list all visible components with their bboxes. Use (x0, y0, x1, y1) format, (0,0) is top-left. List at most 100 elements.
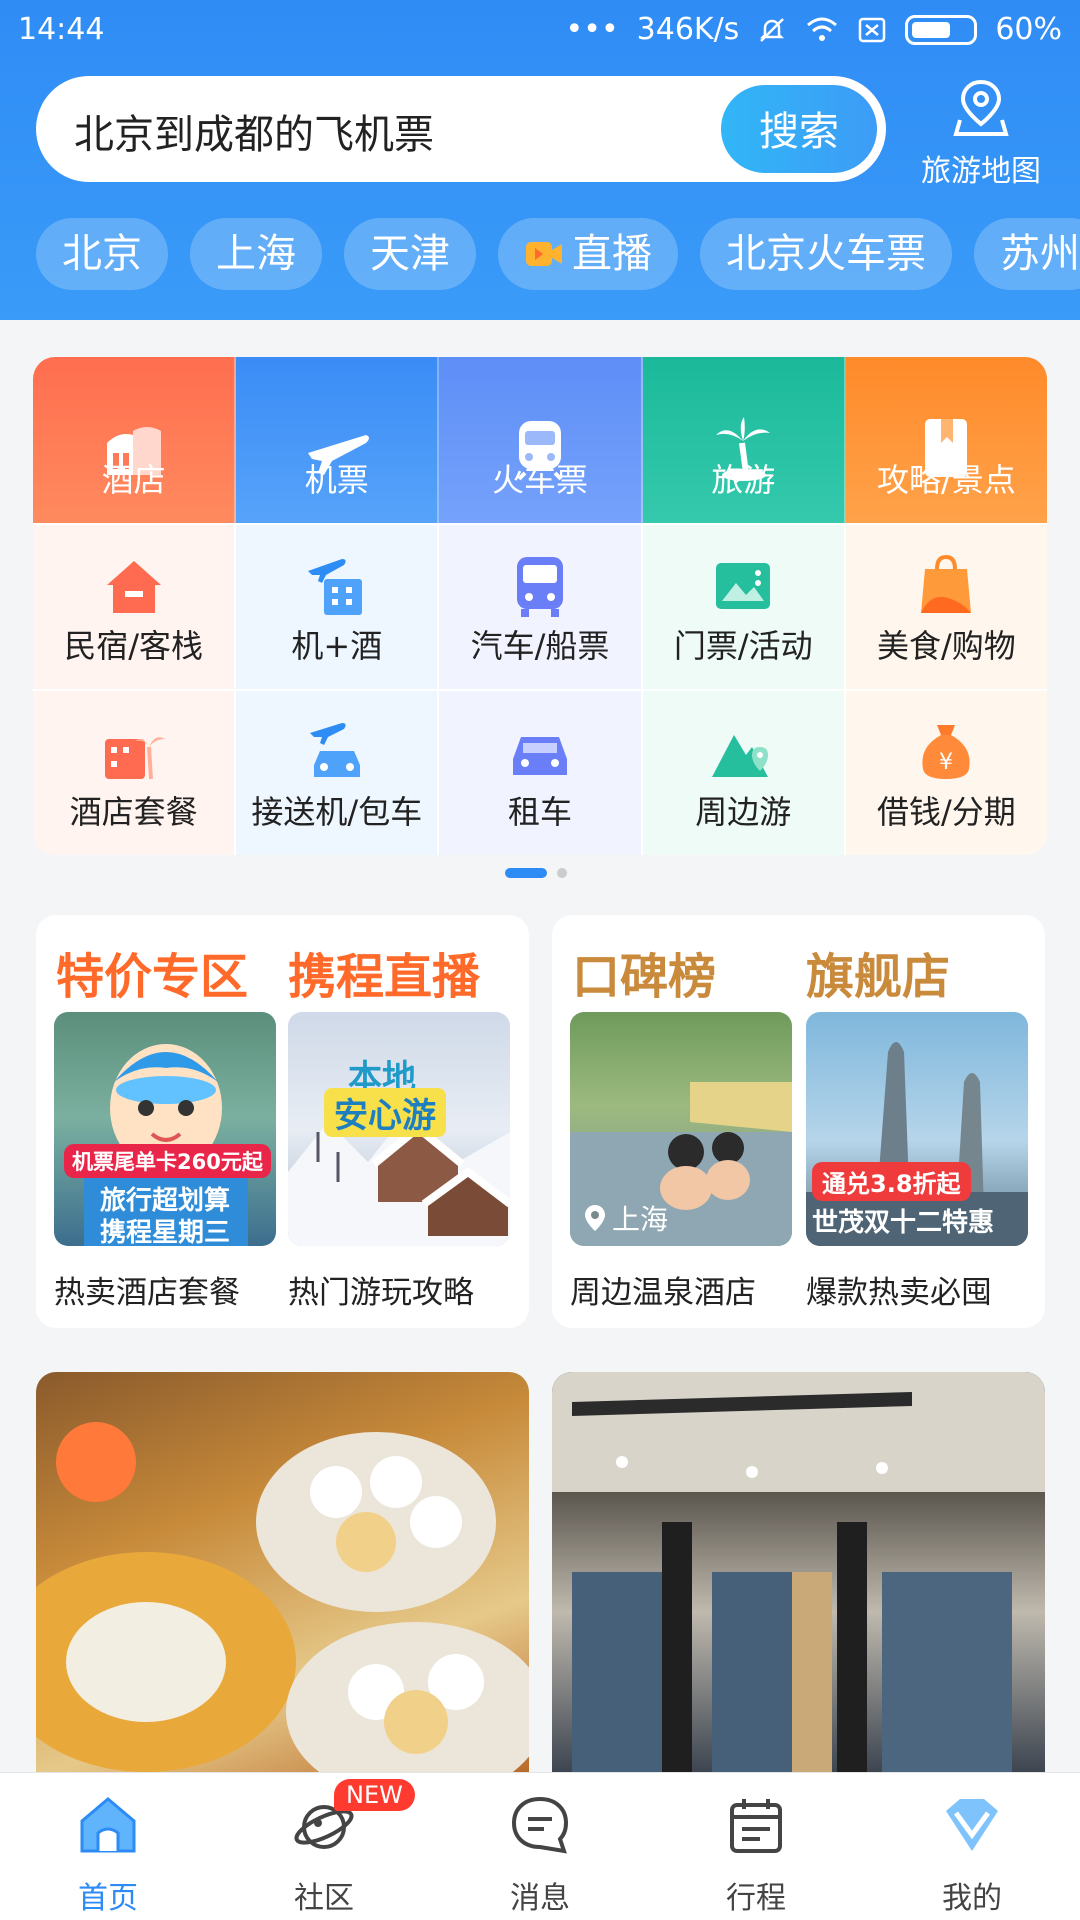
chip-live-label: 直播 (572, 231, 652, 277)
tab-trips-label: 行程 (726, 1881, 786, 1916)
tab-messages[interactable]: 消息 (432, 1773, 648, 1920)
mountain-pin-icon (712, 735, 769, 777)
home-icon (80, 1797, 136, 1853)
tile-airport-transfer[interactable]: 接送机/包车 (236, 689, 440, 855)
location-tag: 上海 (584, 1198, 668, 1238)
tile-hotel-package[interactable]: 酒店套餐 (33, 689, 237, 855)
page-dot-active (505, 868, 547, 878)
tile-train[interactable]: 火车票 (439, 357, 643, 523)
sim-off-icon (859, 17, 886, 42)
hotel-interior-photo (552, 1372, 1045, 1772)
tile-loans[interactable]: ¥ 借钱/分期 (845, 689, 1047, 855)
chip-beijing[interactable]: 北京 (36, 218, 168, 290)
deals-caption: 热卖酒店套餐 (54, 1275, 240, 1311)
tile-guide-label: 攻略/景点 (877, 461, 1016, 499)
status-bar: 14:44 ••• 346K/s 60% (0, 0, 1080, 62)
tile-travel-label: 旅游 (711, 461, 776, 499)
tile-travel[interactable]: 旅游 (642, 357, 846, 523)
deals-title[interactable]: 特价专区 (56, 937, 248, 1007)
live-image-text2: 安心游 (324, 1088, 446, 1137)
tile-flight-hotel[interactable]: 机+酒 (236, 523, 440, 689)
dessert-photo (36, 1422, 529, 1772)
chip-beijing-train[interactable]: 北京火车票 (700, 218, 952, 290)
hotel-package-icon (104, 737, 165, 780)
tile-food-shopping[interactable]: 美食/购物 (845, 523, 1047, 689)
live-video-icon (526, 242, 562, 266)
search-input[interactable]: 北京到成都的飞机票 (74, 102, 434, 160)
tile-car-rental-label: 租车 (508, 793, 573, 831)
tab-community[interactable]: 社区 NEW (216, 1773, 432, 1920)
live-title[interactable]: 携程直播 (288, 937, 480, 1007)
tile-loans-label: 借钱/分期 (877, 793, 1016, 831)
map-pin-icon (953, 79, 1009, 136)
promo-card-left: 特价专区 携程直播 机票尾单卡260元起 旅行超划算 携程星期三 本地 安心游 … (36, 915, 529, 1328)
chip-live[interactable]: 直播 (498, 218, 678, 290)
chip-tianjin[interactable]: 天津 (344, 218, 476, 290)
tab-trips[interactable]: 行程 (648, 1773, 864, 1920)
tile-flight[interactable]: 机票 (236, 357, 440, 523)
tile-bus-ferry[interactable]: 汽车/船票 (439, 523, 643, 689)
tile-flight-hotel-label: 机+酒 (291, 627, 383, 665)
ranking-image[interactable]: 上海 (570, 1012, 792, 1246)
tab-home[interactable]: 首页 (0, 1773, 216, 1920)
tile-homestay-label: 民宿/客栈 (64, 627, 203, 665)
deals-image[interactable]: 机票尾单卡260元起 旅行超划算 携程星期三 (54, 1012, 276, 1246)
feed-card-hotel[interactable] (552, 1372, 1045, 1772)
tile-guide[interactable]: 攻略/景点 (845, 357, 1047, 523)
tile-hotel-package-label: 酒店套餐 (69, 793, 198, 831)
status-right: ••• 346K/s 60% (566, 12, 1062, 47)
page-dot (557, 868, 567, 878)
flagship-tag: 通兑3.8折起 (812, 1162, 971, 1201)
live-image[interactable]: 本地 安心游 (288, 1012, 510, 1246)
deals-line2: 携程星期三 (99, 1218, 230, 1246)
shopping-bag-icon (921, 554, 972, 613)
travel-map-button[interactable]: 旅游地图 (906, 76, 1056, 189)
tile-hotel-label: 酒店 (101, 461, 166, 499)
tile-food-shopping-label: 美食/购物 (877, 627, 1016, 665)
flight-hotel-icon (307, 559, 362, 615)
tile-bus-ferry-label: 汽车/船票 (470, 627, 610, 665)
promo-card-right: 口碑榜 旗舰店 上海 通兑3.8折起 世茂双十二特惠 周边温泉酒店 爆款热卖必囤 (552, 915, 1045, 1328)
tab-mine-label: 我的 (942, 1881, 1002, 1916)
tile-airport-transfer-label: 接送机/包车 (251, 793, 423, 831)
tile-train-label: 火车票 (492, 461, 589, 499)
grid-row-main: 酒店 机票 火车票 旅游 攻略/景点 (33, 357, 1047, 523)
flagship-caption: 爆款热卖必囤 (806, 1275, 992, 1311)
deals-tag: 机票尾单卡260元起 (64, 1144, 271, 1178)
chip-shanghai[interactable]: 上海 (190, 218, 322, 290)
calendar-icon (730, 1799, 782, 1853)
new-badge: NEW (334, 1779, 415, 1811)
flagship-image[interactable]: 通兑3.8折起 世茂双十二特惠 (806, 1012, 1028, 1246)
house-icon (106, 561, 161, 613)
feed-card-food[interactable] (36, 1372, 529, 1772)
ranking-title[interactable]: 口碑榜 (572, 937, 716, 1007)
tile-tickets[interactable]: 门票/活动 (642, 523, 846, 689)
diamond-icon (946, 1799, 998, 1851)
grid-row-2: 民宿/客栈 机+酒 汽车/船票 门票/活动 美食/购物 (33, 523, 1047, 689)
tile-homestay[interactable]: 民宿/客栈 (33, 523, 237, 689)
tile-nearby-travel[interactable]: 周边游 (642, 689, 846, 855)
battery-icon (905, 14, 978, 45)
chat-icon (511, 1796, 569, 1854)
tile-tickets-label: 门票/活动 (673, 627, 813, 665)
ranking-caption: 周边温泉酒店 (570, 1275, 756, 1311)
chip-suzhou[interactable]: 苏州 (974, 218, 1080, 290)
svg-text:¥: ¥ (939, 750, 953, 775)
battery-percent: 60% (995, 12, 1062, 47)
tile-car-rental[interactable]: 租车 (439, 689, 643, 855)
flagship-title[interactable]: 旗舰店 (806, 937, 950, 1007)
car-plane-icon (309, 723, 360, 777)
header: 14:44 ••• 346K/s 60% 北京到成都的飞机票 搜索 旅游地图 北… (0, 0, 1080, 320)
tile-flight-label: 机票 (304, 461, 369, 499)
search-button[interactable]: 搜索 (718, 82, 880, 176)
tab-home-label: 首页 (78, 1881, 138, 1916)
tab-mine[interactable]: 我的 (864, 1773, 1080, 1920)
grid-row-3: 酒店套餐 接送机/包车 租车 周边游 ¥ 借钱/分期 (33, 689, 1047, 855)
ticket-icon (716, 563, 771, 609)
search-bar[interactable]: 北京到成都的飞机票 搜索 (36, 76, 886, 182)
live-caption: 热门游玩攻略 (288, 1275, 474, 1311)
tile-hotel[interactable]: 酒店 (33, 357, 237, 523)
status-time: 14:44 (18, 12, 105, 47)
page-indicator (505, 868, 567, 878)
network-speed: 346K/s (636, 12, 740, 47)
